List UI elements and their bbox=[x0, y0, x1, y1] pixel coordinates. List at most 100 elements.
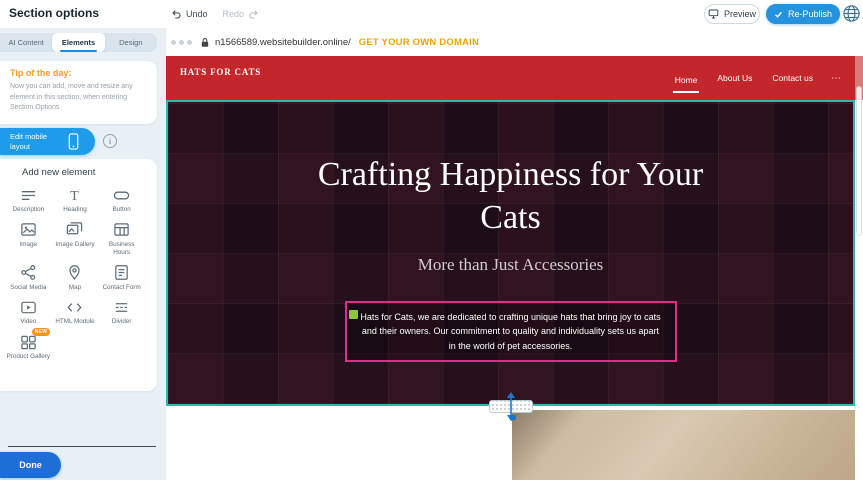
tab-label: Elements bbox=[62, 38, 95, 47]
done-label: Done bbox=[19, 460, 42, 470]
topbar: Section options Undo Redo bbox=[0, 0, 863, 28]
nav-contact-us[interactable]: Contact us bbox=[770, 69, 815, 87]
browser-dots bbox=[171, 40, 192, 45]
product-gallery-icon: NEW bbox=[18, 333, 38, 351]
add-element-description[interactable]: Description bbox=[5, 184, 52, 214]
hero-description: Hats for Cats, we are dedicated to craft… bbox=[359, 310, 663, 353]
hero-heading[interactable]: Crafting Happiness for Your Cats bbox=[296, 154, 726, 239]
next-section bbox=[166, 406, 863, 480]
nav-home[interactable]: Home bbox=[673, 71, 700, 93]
element-label: Contact Form bbox=[103, 284, 141, 292]
undo-button[interactable]: Undo bbox=[170, 8, 208, 20]
element-label: Description bbox=[13, 206, 45, 214]
add-element-video[interactable]: Video bbox=[5, 296, 52, 326]
preview-label: Preview bbox=[724, 9, 756, 19]
map-icon bbox=[65, 264, 85, 282]
image-icon bbox=[18, 221, 38, 239]
hero-section-selected[interactable]: Crafting Happiness for Your Cats More th… bbox=[166, 100, 855, 406]
lock-icon bbox=[200, 37, 210, 48]
get-domain-link[interactable]: GET YOUR OWN DOMAIN bbox=[359, 37, 479, 48]
element-label: Image bbox=[20, 241, 38, 249]
add-element-html-module[interactable]: HTML Module bbox=[52, 296, 99, 326]
add-element-title: Add new element bbox=[22, 167, 157, 178]
section-resize-handle[interactable] bbox=[489, 400, 533, 413]
redo-button[interactable]: Redo bbox=[223, 8, 261, 20]
add-element-heading[interactable]: T Heading bbox=[52, 184, 99, 214]
next-section-image[interactable] bbox=[512, 410, 855, 480]
undo-label: Undo bbox=[186, 9, 208, 19]
element-label: Button bbox=[113, 206, 131, 214]
contact-form-icon bbox=[112, 264, 132, 282]
add-element-business-hours[interactable]: Business Hours bbox=[98, 219, 145, 257]
website-builder-app: Section options Undo Redo bbox=[0, 0, 863, 480]
add-element-image[interactable]: Image bbox=[5, 219, 52, 257]
hero-description-box[interactable]: Hats for Cats, we are dedicated to craft… bbox=[345, 301, 677, 362]
preview-button[interactable]: Preview bbox=[704, 4, 760, 24]
element-label: Product Gallery bbox=[7, 353, 50, 361]
add-element-image-gallery[interactable]: Image Gallery bbox=[52, 219, 99, 257]
undo-icon bbox=[170, 8, 182, 20]
divider-icon bbox=[112, 298, 132, 316]
element-label: Social Media bbox=[10, 284, 46, 292]
button-icon bbox=[112, 186, 132, 204]
redo-label: Redo bbox=[223, 9, 245, 19]
tab-design[interactable]: Design bbox=[105, 33, 157, 52]
add-element-map[interactable]: Map bbox=[52, 262, 99, 292]
description-icon bbox=[18, 186, 38, 204]
browser-bar: n1566589.websitebuilder.online/ GET YOUR… bbox=[166, 28, 863, 56]
sidebar: AI Content Elements Design Tip of the da… bbox=[0, 28, 166, 480]
scrollbar bbox=[855, 56, 863, 480]
url-text[interactable]: n1566589.websitebuilder.online/ bbox=[215, 37, 351, 48]
hero-subheading[interactable]: More than Just Accessories bbox=[168, 255, 853, 275]
element-label: HTML Module bbox=[55, 318, 94, 326]
element-label: Business Hours bbox=[100, 241, 144, 257]
browser-dot bbox=[171, 40, 176, 45]
element-grid: Description T Heading bbox=[5, 184, 145, 361]
done-button[interactable]: Done bbox=[0, 452, 61, 478]
business-hours-icon bbox=[112, 221, 132, 239]
image-gallery-icon bbox=[65, 221, 85, 239]
redo-icon bbox=[248, 8, 260, 20]
tip-title: Tip of the day: bbox=[10, 68, 147, 78]
scrollbar-thumb[interactable] bbox=[856, 86, 862, 236]
add-element-divider[interactable]: Divider bbox=[98, 296, 145, 326]
tab-ai-content[interactable]: AI Content bbox=[0, 33, 52, 52]
element-label: Divider bbox=[112, 318, 132, 326]
nav-more-icon[interactable]: ⋯ bbox=[831, 73, 841, 84]
sidebar-divider bbox=[8, 446, 156, 447]
tip-body: Now you can add, move and resize any ele… bbox=[10, 82, 147, 114]
globe-icon[interactable] bbox=[842, 4, 861, 23]
site-header: HATS FOR CATS Home About Us Contact us ⋯ bbox=[166, 56, 863, 100]
sidebar-tabs: AI Content Elements Design bbox=[0, 33, 157, 52]
element-label: Image Gallery bbox=[55, 241, 94, 249]
heading-icon: T bbox=[65, 186, 85, 204]
element-selection-handle[interactable] bbox=[349, 310, 358, 319]
page-title: Section options bbox=[9, 6, 99, 20]
site-preview-canvas: n1566589.websitebuilder.online/ GET YOUR… bbox=[166, 28, 863, 480]
browser-dot bbox=[179, 40, 184, 45]
edit-mobile-layout-button[interactable]: Edit mobile layout bbox=[0, 128, 95, 155]
html-module-icon bbox=[65, 298, 85, 316]
site-logo[interactable]: HATS FOR CATS bbox=[180, 67, 261, 77]
edit-mobile-label: Edit mobile layout bbox=[10, 132, 62, 151]
info-icon[interactable]: i bbox=[103, 134, 117, 148]
video-icon bbox=[18, 298, 38, 316]
monitor-icon bbox=[708, 9, 719, 19]
add-element-contact-form[interactable]: Contact Form bbox=[98, 262, 145, 292]
new-badge: NEW bbox=[32, 328, 51, 336]
browser-dot bbox=[187, 40, 192, 45]
tab-elements[interactable]: Elements bbox=[52, 33, 104, 52]
tab-label: Design bbox=[119, 38, 142, 47]
add-element-social-media[interactable]: Social Media bbox=[5, 262, 52, 292]
add-element-product-gallery[interactable]: NEW Product Gallery bbox=[5, 331, 52, 361]
republish-label: Re-Publish bbox=[788, 9, 832, 19]
active-tab-indicator bbox=[60, 50, 96, 52]
check-icon bbox=[774, 10, 783, 19]
nav-about-us[interactable]: About Us bbox=[715, 69, 754, 87]
republish-button[interactable]: Re-Publish bbox=[766, 4, 840, 24]
element-label: Map bbox=[69, 284, 81, 292]
social-media-icon bbox=[18, 264, 38, 282]
add-element-button[interactable]: Button bbox=[98, 184, 145, 214]
undo-redo-group: Undo Redo bbox=[170, 0, 260, 28]
tab-label: AI Content bbox=[8, 38, 43, 47]
